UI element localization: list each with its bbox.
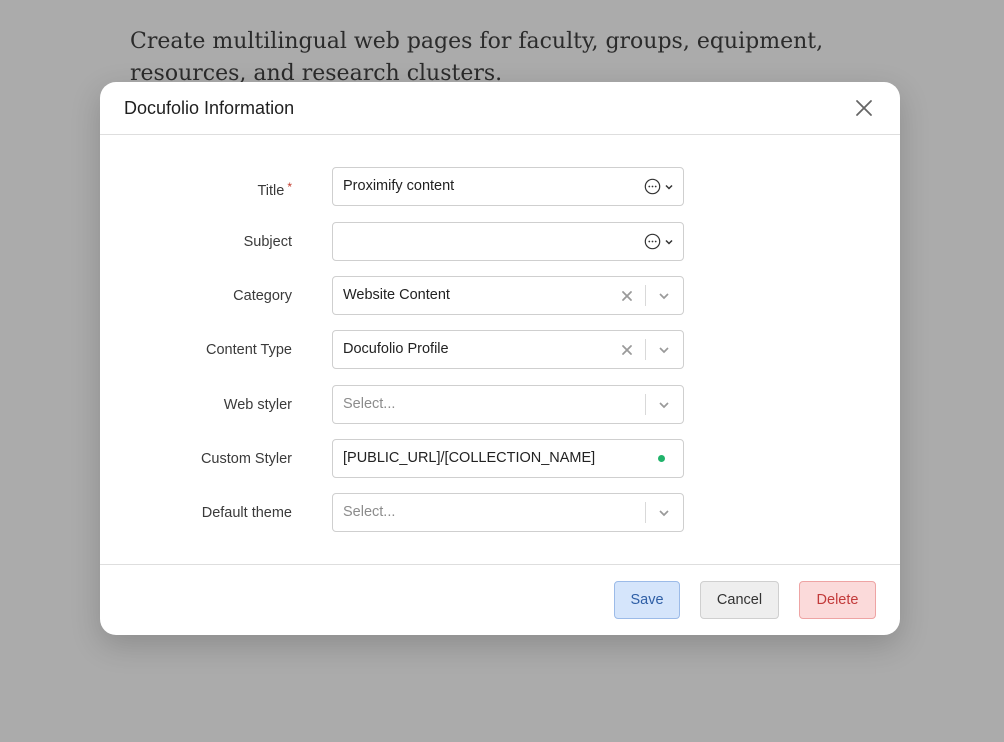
close-icon	[856, 100, 872, 116]
clear-content-type-button[interactable]	[617, 331, 637, 368]
dialog-footer: Save Cancel Delete	[100, 564, 900, 635]
clear-category-button[interactable]	[617, 277, 637, 314]
subject-label: Subject	[243, 234, 292, 250]
docufolio-info-dialog: Docufolio Information Title * Proximify c…	[100, 82, 900, 635]
title-input[interactable]: Proximify content	[332, 167, 684, 206]
default-theme-row: Default theme Select...	[100, 493, 900, 533]
indicator-separator	[645, 285, 646, 306]
content-type-label: Content Type	[206, 342, 292, 358]
save-button[interactable]: Save	[614, 581, 680, 619]
chevron-down-icon	[659, 346, 669, 353]
delete-button[interactable]: Delete	[799, 581, 876, 619]
chevron-down-icon	[659, 292, 669, 299]
indicator-separator	[645, 394, 646, 415]
subject-row: Subject	[100, 222, 900, 262]
web-styler-select[interactable]: Select...	[332, 385, 684, 424]
category-value: Website Content	[343, 287, 450, 303]
more-options-icon	[644, 178, 661, 195]
title-label: Title *	[257, 180, 292, 199]
default-theme-dropdown-toggle[interactable]	[651, 494, 677, 531]
category-label: Category	[233, 288, 292, 304]
default-theme-placeholder: Select...	[343, 504, 396, 520]
indicator-separator	[645, 339, 646, 360]
web-styler-dropdown-toggle[interactable]	[651, 386, 677, 423]
language-menu-button[interactable]	[635, 168, 683, 205]
required-mark: *	[287, 180, 292, 194]
chevron-down-icon	[659, 401, 669, 408]
content-type-dropdown-toggle[interactable]	[651, 331, 677, 368]
cancel-button[interactable]: Cancel	[700, 581, 779, 619]
title-value: Proximify content	[343, 178, 455, 194]
clear-icon	[622, 290, 632, 301]
default-theme-select[interactable]: Select...	[332, 493, 684, 532]
language-menu-button[interactable]	[635, 223, 683, 260]
indicator-separator	[645, 502, 646, 523]
category-select[interactable]: Website Content	[332, 276, 684, 315]
custom-styler-value: [PUBLIC_URL]/[COLLECTION_NAME]	[343, 450, 596, 466]
docufolio-form: Title * Proximify content Subject Catego…	[100, 135, 900, 564]
content-type-select[interactable]: Docufolio Profile	[332, 330, 684, 369]
custom-styler-row: Custom Styler [PUBLIC_URL]/[COLLECTION_N…	[100, 439, 900, 479]
web-styler-placeholder: Select...	[343, 396, 396, 412]
category-dropdown-toggle[interactable]	[651, 277, 677, 314]
more-options-icon	[644, 233, 661, 250]
dialog-title: Docufolio Information	[124, 97, 295, 118]
web-styler-label: Web styler	[223, 397, 292, 413]
category-row: Category Website Content	[100, 276, 900, 316]
chevron-down-icon	[665, 239, 673, 245]
default-theme-label: Default theme	[201, 505, 292, 521]
content-type-value: Docufolio Profile	[343, 341, 449, 357]
title-row: Title * Proximify content	[100, 167, 900, 207]
close-button[interactable]	[852, 96, 876, 120]
custom-styler-input[interactable]: [PUBLIC_URL]/[COLLECTION_NAME]	[332, 439, 684, 478]
clear-icon	[622, 344, 632, 355]
background-description: Create multilingual web pages for facult…	[130, 29, 824, 86]
chevron-down-icon	[665, 184, 673, 190]
custom-styler-label: Custom Styler	[200, 451, 292, 467]
chevron-down-icon	[659, 509, 669, 516]
dialog-header: Docufolio Information	[100, 82, 900, 135]
status-dot-icon	[658, 455, 665, 462]
content-type-row: Content Type Docufolio Profile	[100, 330, 900, 370]
subject-input[interactable]	[332, 222, 684, 261]
web-styler-row: Web styler Select...	[100, 385, 900, 425]
